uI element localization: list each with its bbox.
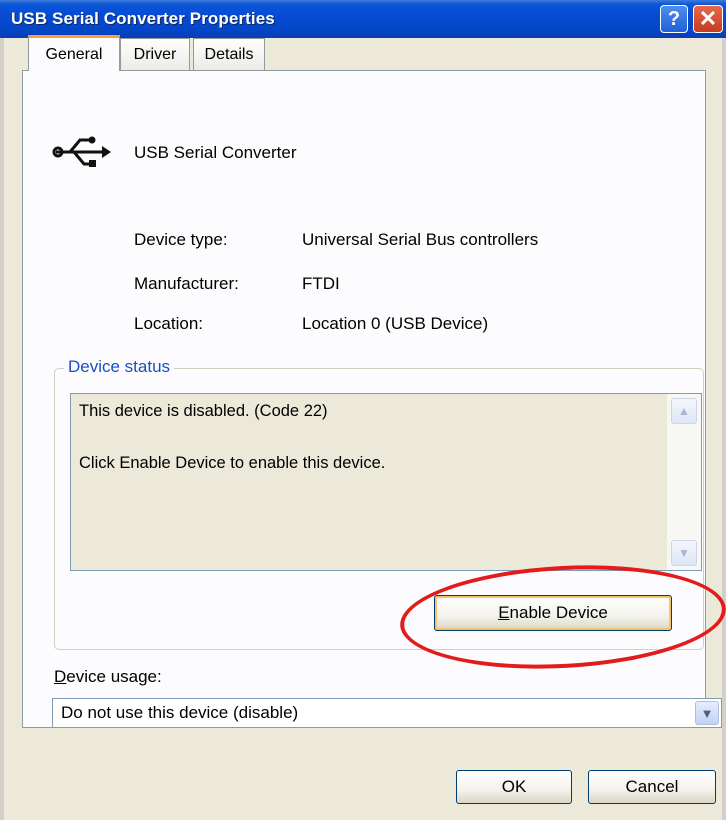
tab-details-label: Details xyxy=(204,45,254,63)
title-bar[interactable]: USB Serial Converter Properties ? ✕ xyxy=(0,0,726,38)
scroll-down-icon[interactable]: ▼ xyxy=(671,540,697,566)
location-value: Location 0 (USB Device) xyxy=(302,314,489,333)
tab-general[interactable]: General xyxy=(28,35,120,71)
device-name: USB Serial Converter xyxy=(134,143,297,162)
ok-button[interactable]: OK xyxy=(456,770,572,804)
device-status-title: Device status xyxy=(64,357,175,377)
status-line-instruction: Click Enable Device to enable this devic… xyxy=(79,454,386,472)
cancel-button[interactable]: Cancel xyxy=(588,770,716,804)
properties-window: USB Serial Converter Properties ? ✕ Gene… xyxy=(0,0,726,820)
device-usage-label: Device usage: xyxy=(54,667,162,687)
tab-details[interactable]: Details xyxy=(193,38,265,70)
device-usage-select[interactable]: Do not use this device (disable) ▼ xyxy=(52,698,722,728)
vertical-scrollbar[interactable]: ▲ ▼ xyxy=(667,394,701,570)
status-line-disabled: This device is disabled. (Code 22) xyxy=(79,402,328,420)
close-button[interactable]: ✕ xyxy=(693,5,723,33)
tab-general-label: General xyxy=(45,45,103,63)
chevron-down-icon[interactable]: ▼ xyxy=(695,701,719,725)
usb-icon xyxy=(52,136,111,167)
device-usage-mnemonic: D xyxy=(54,667,67,686)
device-status-textbox[interactable]: This device is disabled. (Code 22) Click… xyxy=(70,393,702,571)
device-usage-value: Do not use this device (disable) xyxy=(61,703,299,722)
device-usage-label-text: evice usage: xyxy=(66,667,162,686)
manufacturer-value: FTDI xyxy=(302,274,340,293)
window-title: USB Serial Converter Properties xyxy=(11,9,275,28)
device-type-value: Universal Serial Bus controllers xyxy=(302,230,539,249)
enable-device-mnemonic: E xyxy=(498,603,510,622)
enable-device-button[interactable]: Enable Device xyxy=(434,595,672,631)
device-type-label: Device type: xyxy=(134,230,228,249)
help-button[interactable]: ? xyxy=(660,5,688,33)
location-label: Location: xyxy=(134,314,203,333)
scroll-up-icon[interactable]: ▲ xyxy=(671,398,697,424)
tab-driver-label: Driver xyxy=(133,45,177,63)
tab-driver[interactable]: Driver xyxy=(120,38,190,70)
manufacturer-label: Manufacturer: xyxy=(134,274,239,293)
enable-device-label: nable Device xyxy=(509,603,608,622)
